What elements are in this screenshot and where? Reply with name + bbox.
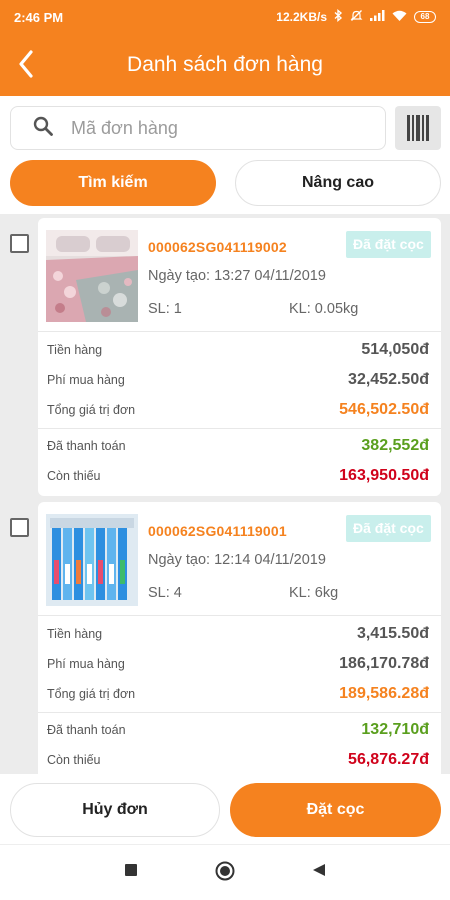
divider	[38, 615, 441, 616]
barcode-icon[interactable]	[395, 106, 441, 150]
fee-value: 32,452.50đ	[348, 371, 429, 388]
divider	[38, 712, 441, 713]
fee-value: 186,170.78đ	[339, 655, 429, 672]
page-title: Danh sách đơn hàng	[127, 53, 323, 76]
wifi-icon	[392, 10, 407, 24]
divider	[38, 428, 441, 429]
divider	[38, 331, 441, 332]
goods-value: 514,050đ	[361, 341, 429, 358]
remaining-value: 56,876.27đ	[348, 751, 429, 768]
fee-label: Phí mua hàng	[47, 373, 125, 387]
weight: KL: 6kg	[289, 585, 339, 601]
fee-label: Phí mua hàng	[47, 657, 125, 671]
search-area: Tìm kiếm Nâng cao	[0, 96, 450, 214]
goods-value: 3,415.50đ	[356, 625, 429, 642]
search-box[interactable]	[10, 106, 386, 150]
order-checkbox[interactable]	[10, 518, 29, 537]
status-badge: Đã đặt cọc	[346, 515, 431, 542]
paid-value: 132,710đ	[361, 721, 429, 738]
total-value: 546,502.50đ	[339, 401, 429, 418]
order-code-input[interactable]	[71, 117, 351, 139]
goods-label: Tiền hàng	[47, 343, 103, 357]
remaining-label: Còn thiếu	[47, 753, 101, 767]
paid-label: Đã thanh toán	[47, 723, 126, 737]
order-list[interactable]: 000062SG041119002 Đã đặt cọc Ngày tạo: 1…	[0, 214, 450, 774]
bluetooth-icon	[334, 9, 343, 25]
order-card[interactable]: 000062SG041119002 Đã đặt cọc Ngày tạo: 1…	[38, 218, 441, 496]
search-button[interactable]: Tìm kiếm	[10, 160, 216, 206]
paid-value: 382,552đ	[361, 437, 429, 454]
order-checkbox[interactable]	[10, 234, 29, 253]
paid-label: Đã thanh toán	[47, 439, 126, 453]
product-thumbnail	[46, 230, 138, 322]
mute-icon	[350, 9, 363, 25]
network-speed: 12.2KB/s	[276, 10, 327, 24]
order-code: 000062SG041119002	[148, 239, 287, 255]
product-thumbnail	[46, 514, 138, 606]
status-badge: Đã đặt cọc	[346, 231, 431, 258]
created-date: Ngày tạo: 12:14 04/11/2019	[148, 552, 326, 568]
quantity: SL: 4	[148, 585, 182, 601]
status-bar: 2:46 PM 12.2KB/s 68	[0, 0, 450, 34]
nav-bar: Danh sách đơn hàng	[0, 34, 450, 96]
order-code: 000062SG041119001	[148, 523, 287, 539]
weight: KL: 0.05kg	[289, 301, 359, 317]
triangle-nav-icon[interactable]	[312, 863, 326, 877]
app-header: 2:46 PM 12.2KB/s 68 Danh sách đơn hàng	[0, 0, 450, 96]
battery-icon: 68	[414, 11, 436, 23]
order-item: 000062SG041119002 Đã đặt cọc Ngày tạo: 1…	[0, 214, 450, 496]
deposit-button[interactable]: Đặt cọc	[230, 783, 441, 837]
order-item: 000062SG041119001 Đã đặt cọc Ngày tạo: 1…	[0, 498, 450, 774]
quantity: SL: 1	[148, 301, 182, 317]
total-label: Tổng giá trị đơn	[47, 687, 136, 701]
remaining-value: 163,950.50đ	[339, 467, 429, 484]
order-card[interactable]: 000062SG041119001 Đã đặt cọc Ngày tạo: 1…	[38, 502, 441, 774]
total-label: Tổng giá trị đơn	[47, 403, 136, 417]
status-time: 2:46 PM	[14, 9, 64, 25]
square-nav-icon[interactable]	[124, 863, 138, 877]
cancel-order-button[interactable]: Hủy đơn	[10, 783, 220, 837]
back-arrow-icon[interactable]	[10, 46, 42, 82]
created-date: Ngày tạo: 13:27 04/11/2019	[148, 268, 326, 284]
search-icon	[33, 116, 53, 141]
remaining-label: Còn thiếu	[47, 469, 101, 483]
goods-label: Tiền hàng	[47, 627, 103, 641]
circle-nav-icon[interactable]	[215, 861, 235, 881]
total-value: 189,586.28đ	[339, 685, 429, 702]
system-nav-bar	[0, 844, 450, 900]
signal-icon	[370, 10, 385, 24]
bottom-action-bar: Hủy đơn Đặt cọc	[0, 774, 450, 844]
status-icons: 12.2KB/s 68	[276, 9, 436, 25]
advanced-search-button[interactable]: Nâng cao	[235, 160, 441, 206]
